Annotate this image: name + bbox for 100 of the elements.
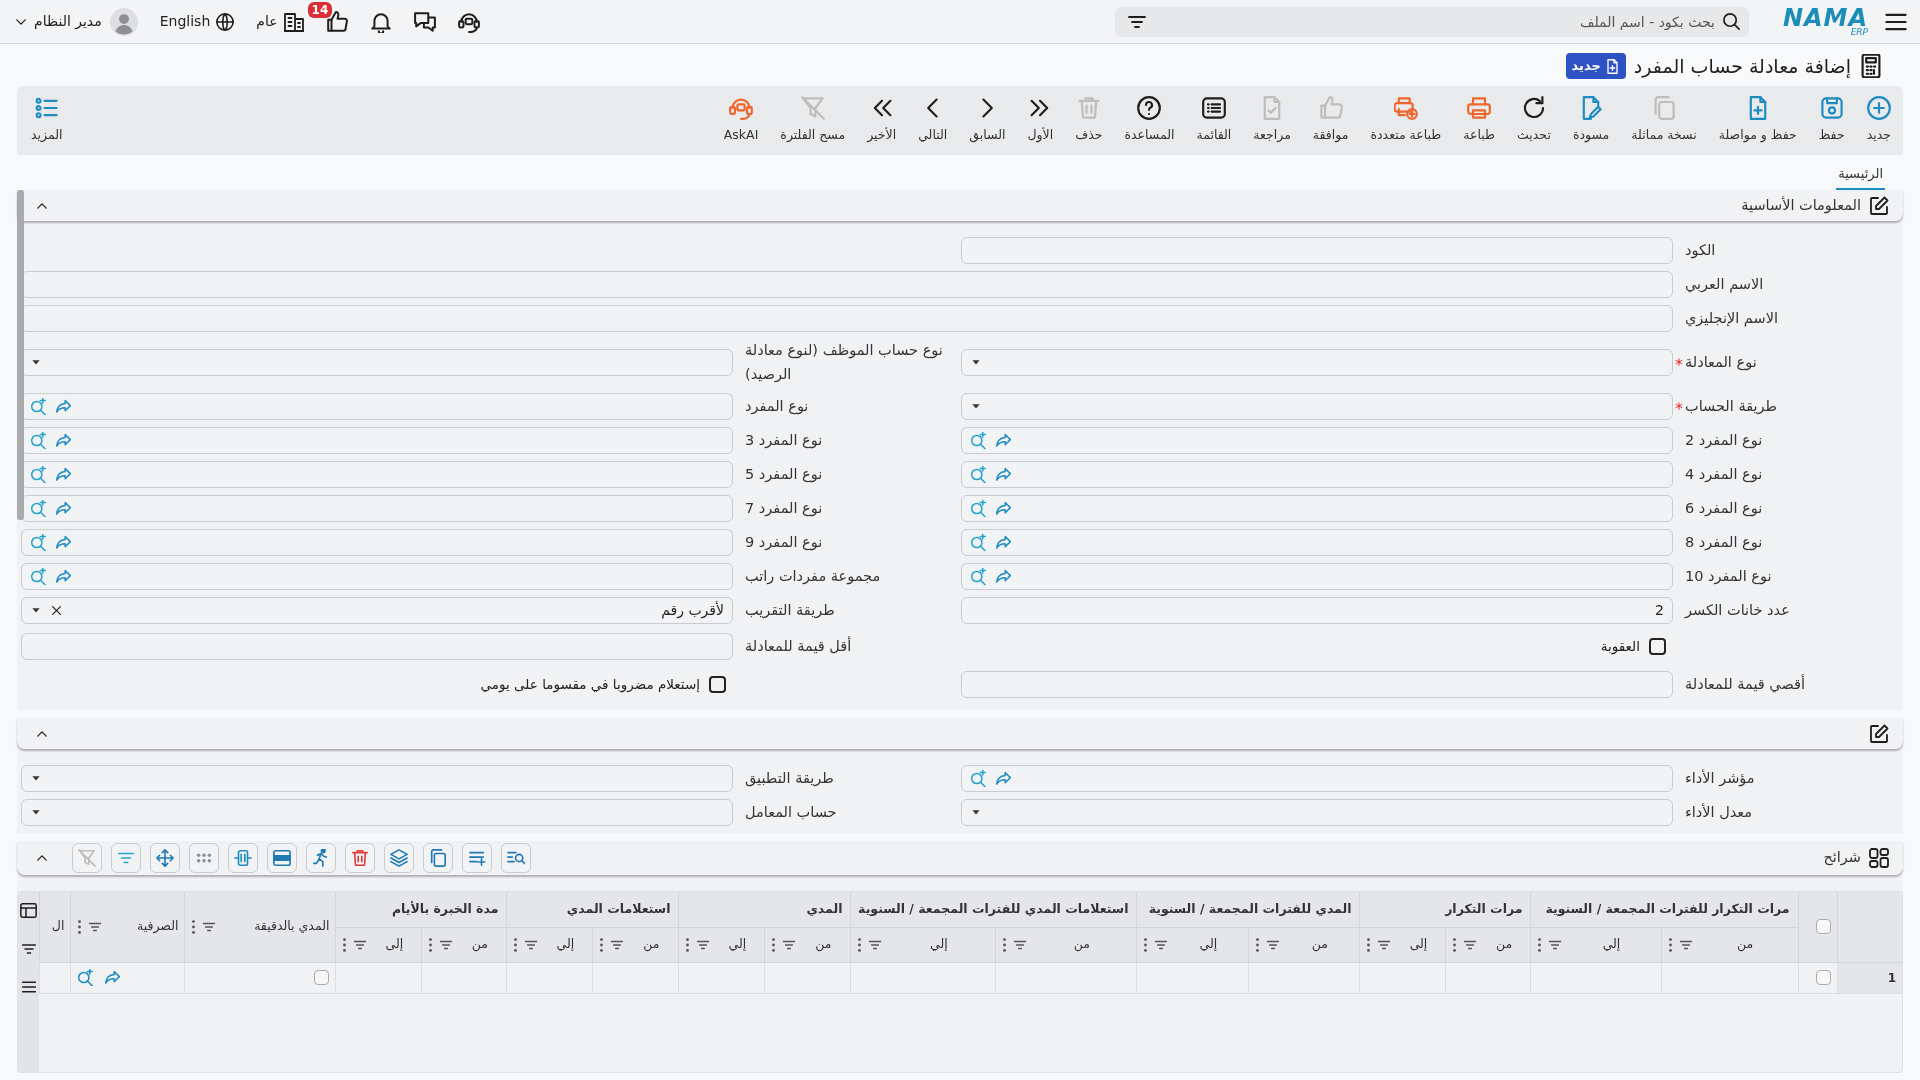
search-plus-icon[interactable] xyxy=(30,397,47,415)
lookup-field[interactable] xyxy=(21,392,733,420)
lookup-field[interactable] xyxy=(961,764,1673,792)
columns-button[interactable] xyxy=(228,843,258,873)
move-button[interactable] xyxy=(150,843,180,873)
forward-arrow-icon[interactable] xyxy=(55,567,72,585)
search-plus-icon[interactable] xyxy=(77,969,95,986)
first-button[interactable]: الأول xyxy=(1027,96,1054,145)
lookup-field[interactable] xyxy=(961,426,1673,454)
forward-arrow-icon[interactable] xyxy=(55,465,72,483)
kebab-menu-icon[interactable] xyxy=(857,937,863,952)
kebab-menu-icon[interactable] xyxy=(1002,937,1008,952)
forward-arrow-icon[interactable] xyxy=(995,567,1012,585)
search-field[interactable]: بحث بكود - اسم الملف xyxy=(1114,6,1749,37)
filter-icon[interactable] xyxy=(20,941,37,957)
more-button[interactable]: المزيد xyxy=(31,96,63,145)
save-button[interactable]: حفظ xyxy=(1818,96,1845,145)
lookup-field[interactable] xyxy=(961,528,1673,556)
kebab-menu-icon[interactable] xyxy=(1255,937,1261,952)
search-plus-icon[interactable] xyxy=(970,499,987,517)
kebab-menu-icon[interactable] xyxy=(1143,937,1149,952)
table-rows-button[interactable] xyxy=(267,843,297,873)
print-button[interactable]: طباعة xyxy=(1463,96,1495,145)
kebab-menu-icon[interactable] xyxy=(771,937,777,952)
branch-link[interactable]: عام xyxy=(256,11,304,32)
text-field[interactable] xyxy=(21,632,733,660)
search-plus-icon[interactable] xyxy=(970,533,987,551)
kebab-menu-icon[interactable] xyxy=(1366,937,1372,952)
kebab-menu-icon[interactable] xyxy=(685,937,691,952)
forward-arrow-icon[interactable] xyxy=(995,769,1012,787)
headset-icon[interactable] xyxy=(457,10,480,33)
kebab-menu-icon[interactable] xyxy=(1537,937,1543,952)
forward-arrow-icon[interactable] xyxy=(995,431,1012,449)
bell-icon[interactable] xyxy=(369,10,392,33)
text-field[interactable]: 2 xyxy=(961,596,1673,624)
checkbox[interactable] xyxy=(709,675,726,693)
forward-arrow-icon[interactable] xyxy=(55,397,72,415)
dropdown-field[interactable] xyxy=(961,798,1673,826)
search-list-button[interactable] xyxy=(501,843,531,873)
search-plus-icon[interactable] xyxy=(30,533,47,551)
search-icon[interactable] xyxy=(1721,11,1741,31)
kebab-menu-icon[interactable] xyxy=(428,937,434,952)
run-button[interactable] xyxy=(306,843,336,873)
refresh-button[interactable]: تحديث xyxy=(1517,96,1551,145)
dropdown-field[interactable]: لأقرب رقم xyxy=(21,596,733,624)
layers-button[interactable] xyxy=(384,843,414,873)
dropdown-field[interactable] xyxy=(21,348,733,376)
dots-button[interactable] xyxy=(189,843,219,873)
logo[interactable]: NAMA ERP xyxy=(1782,6,1868,37)
last-button[interactable]: الأخير xyxy=(867,96,897,145)
text-field[interactable] xyxy=(961,670,1673,698)
search-plus-icon[interactable] xyxy=(970,431,987,449)
dropdown-field[interactable] xyxy=(21,764,733,792)
filter-button[interactable] xyxy=(111,843,141,873)
search-plus-icon[interactable] xyxy=(30,465,47,483)
close-icon[interactable] xyxy=(50,603,63,617)
print-multiple-button[interactable]: طباعة متعددة xyxy=(1370,96,1442,145)
forward-arrow-icon[interactable] xyxy=(55,533,72,551)
draft-button[interactable]: مسودة xyxy=(1572,96,1610,145)
lookup-field[interactable] xyxy=(961,494,1673,522)
menu-icon[interactable] xyxy=(20,979,37,995)
forward-arrow-icon[interactable] xyxy=(995,533,1012,551)
dropdown-field[interactable] xyxy=(21,798,733,826)
language-link[interactable]: English xyxy=(159,11,235,32)
lookup-field[interactable] xyxy=(21,426,733,454)
dropdown-field[interactable] xyxy=(961,348,1673,376)
checkbox[interactable] xyxy=(314,970,330,985)
checkbox[interactable] xyxy=(1649,637,1666,655)
forward-arrow-icon[interactable] xyxy=(55,499,72,517)
search-plus-icon[interactable] xyxy=(30,499,47,517)
lookup-field[interactable] xyxy=(961,562,1673,590)
text-field[interactable] xyxy=(961,236,1673,264)
table-icon[interactable] xyxy=(20,902,37,919)
lookup-field[interactable] xyxy=(21,494,733,522)
lookup-field[interactable] xyxy=(961,460,1673,488)
search-plus-icon[interactable] xyxy=(30,431,47,449)
lookup-field[interactable] xyxy=(21,562,733,590)
copy-button[interactable] xyxy=(423,843,453,873)
chat-icon[interactable] xyxy=(413,10,436,33)
dropdown-field[interactable] xyxy=(961,392,1673,420)
avatar-icon[interactable] xyxy=(109,7,138,36)
previous-button[interactable]: السابق xyxy=(969,96,1006,145)
search-plus-icon[interactable] xyxy=(30,567,47,585)
delete-button[interactable] xyxy=(345,843,375,873)
new-button[interactable]: جديد xyxy=(1866,96,1891,145)
kebab-menu-icon[interactable] xyxy=(342,937,348,952)
user-menu[interactable]: مدير النظام xyxy=(14,11,102,32)
kebab-menu-icon[interactable] xyxy=(1452,937,1458,952)
forward-arrow-icon[interactable] xyxy=(995,499,1012,517)
text-field[interactable] xyxy=(21,270,1673,298)
search-plus-icon[interactable] xyxy=(970,567,987,585)
search-plus-icon[interactable] xyxy=(970,465,987,483)
list-plus-button[interactable] xyxy=(462,843,492,873)
forward-arrow-icon[interactable] xyxy=(104,969,122,986)
ask-ai-button[interactable]: AskAI xyxy=(723,96,759,145)
kebab-menu-icon[interactable] xyxy=(599,937,605,952)
scrollbar-thumb[interactable] xyxy=(17,190,24,520)
help-button[interactable]: المساعدة xyxy=(1124,96,1175,145)
select-all-checkbox[interactable] xyxy=(1815,919,1831,935)
forward-arrow-icon[interactable] xyxy=(995,465,1012,483)
